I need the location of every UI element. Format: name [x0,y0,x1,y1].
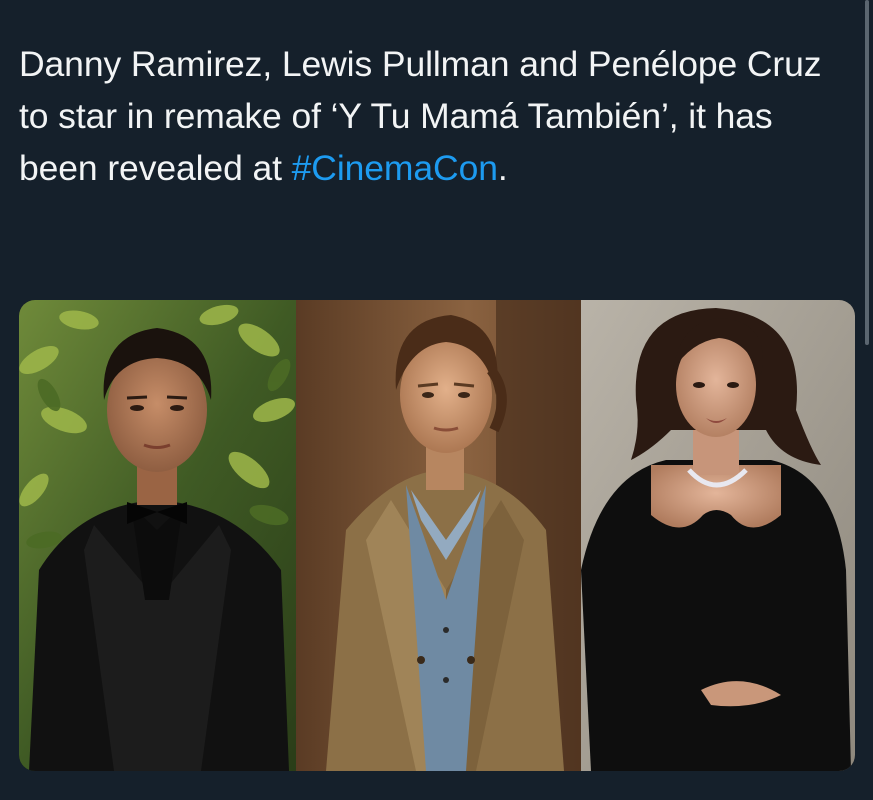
tweet-text: Danny Ramirez, Lewis Pullman and Penélop… [19,38,849,194]
hashtag-link[interactable]: #CinemaCon [292,148,498,188]
photo-penelope-cruz-image [581,300,855,771]
photo-lewis-pullman-image [296,300,581,771]
media-grid[interactable] [19,300,855,771]
scrollbar-thumb[interactable] [865,0,869,345]
photo-penelope-cruz[interactable] [581,300,855,771]
photo-danny-ramirez-image [19,300,296,771]
photo-lewis-pullman[interactable] [296,300,581,771]
photo-danny-ramirez[interactable] [19,300,296,771]
scrollbar[interactable] [861,0,873,800]
tweet-text-period: . [497,148,508,188]
